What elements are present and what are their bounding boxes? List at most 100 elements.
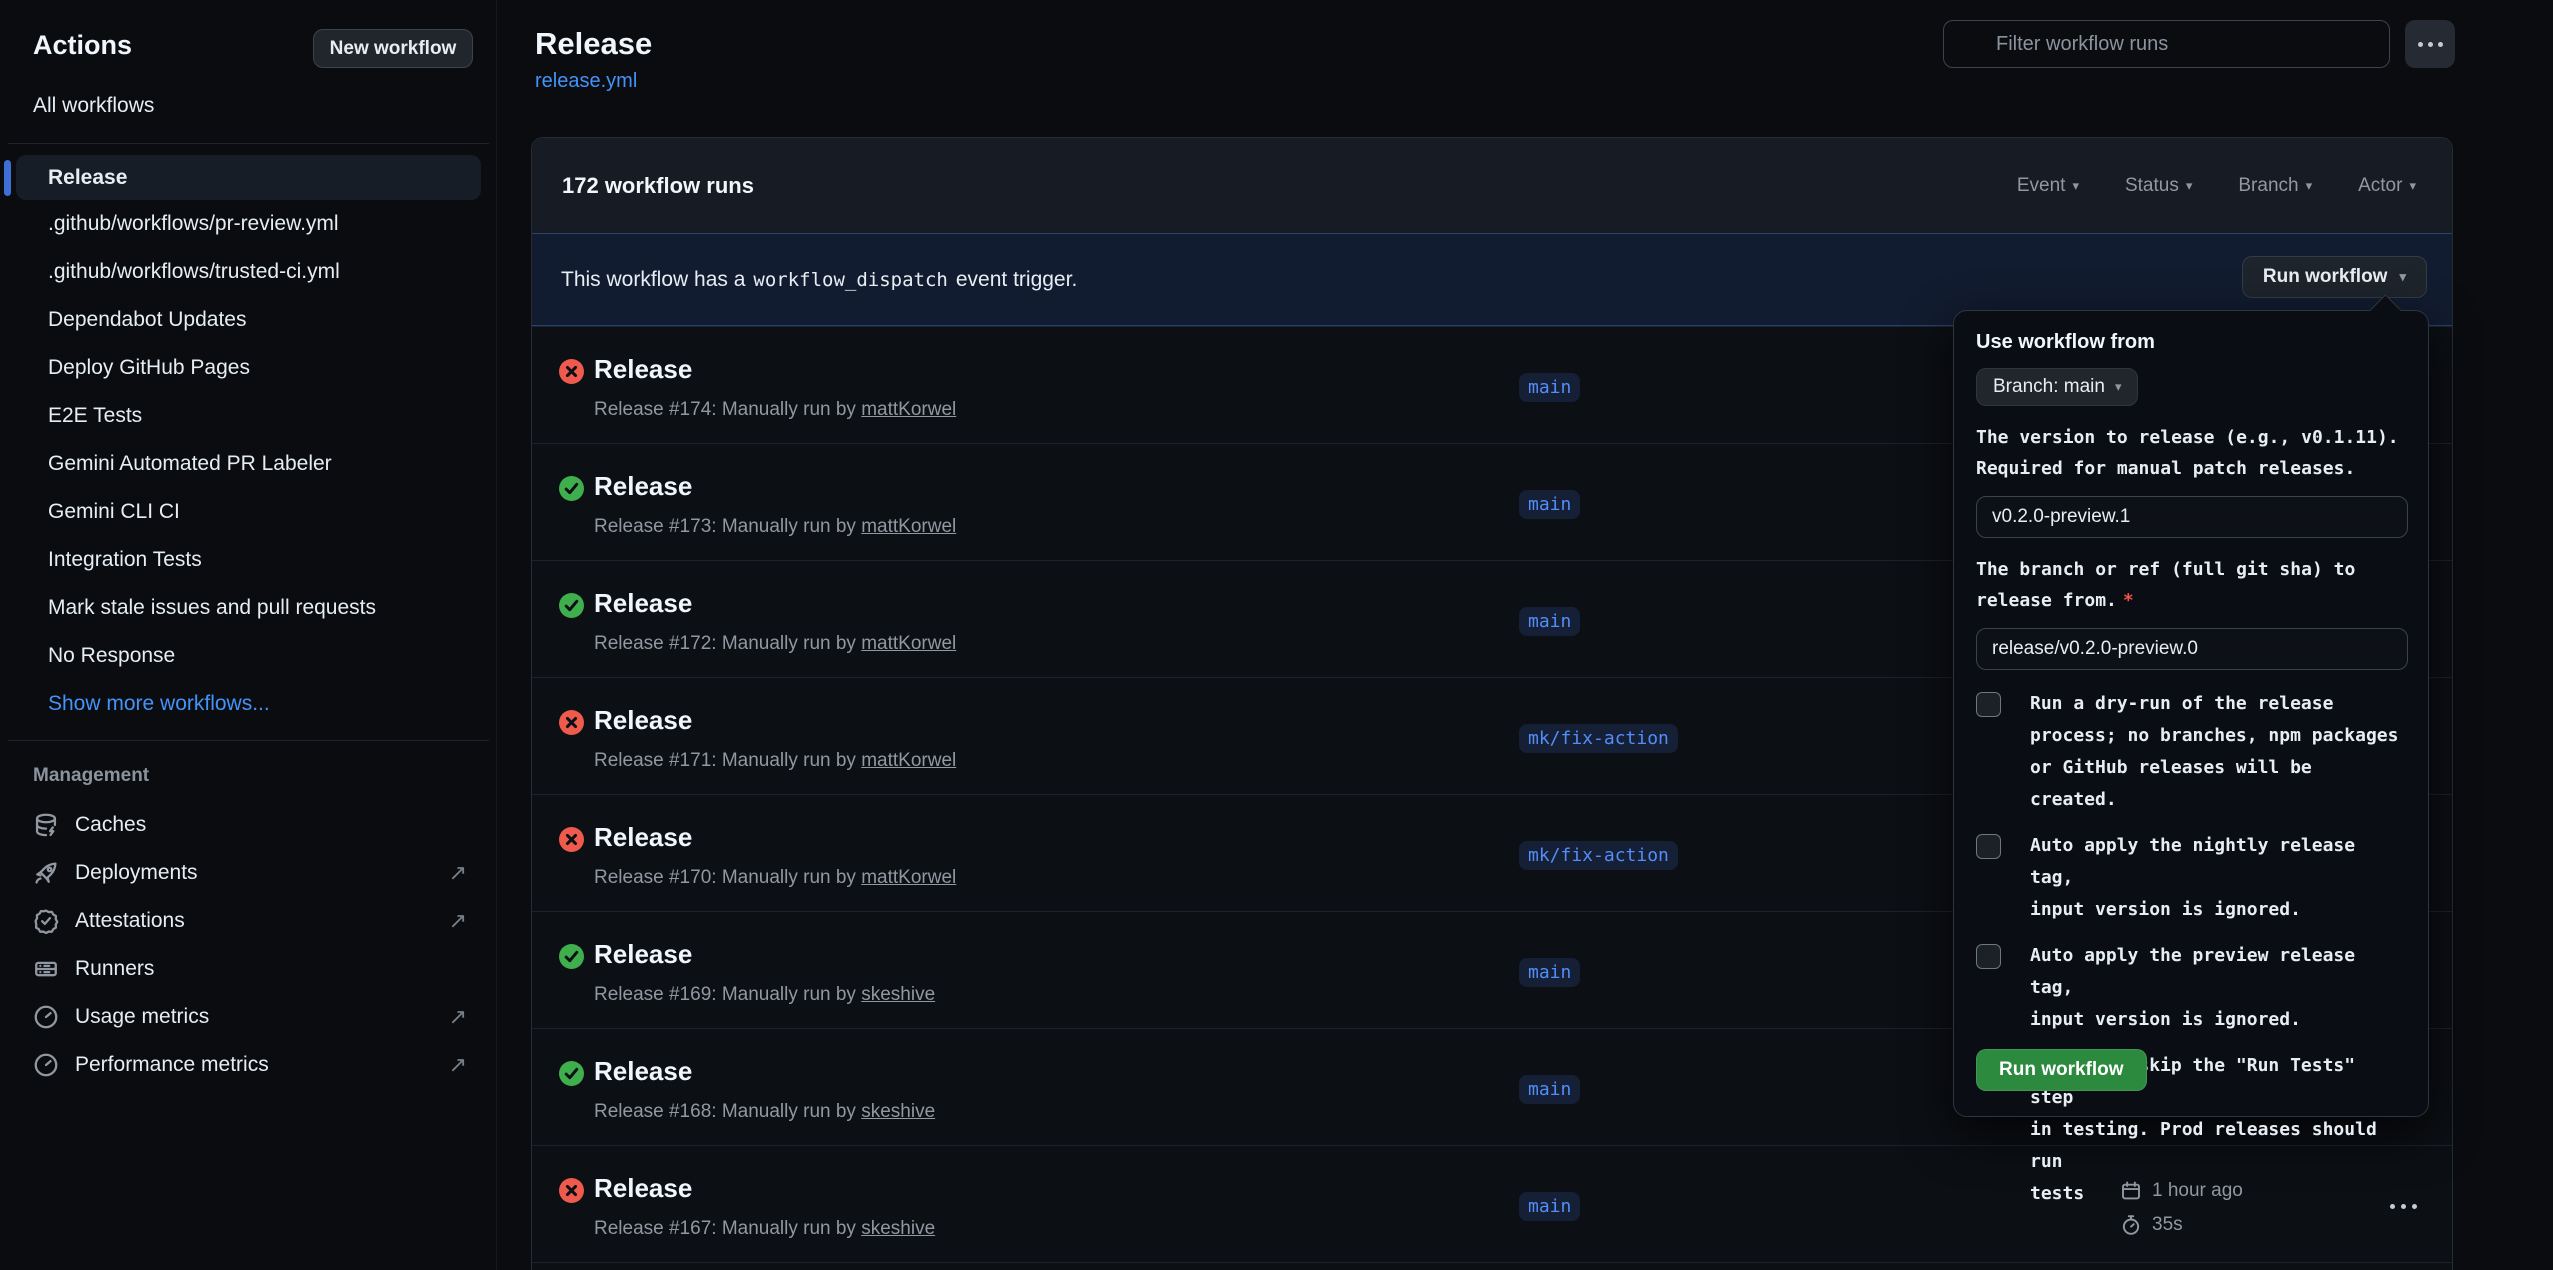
run-workflow-submit-button[interactable]: Run workflow bbox=[1976, 1049, 2147, 1091]
branch-badge[interactable]: mk/fix-action bbox=[1519, 841, 1678, 870]
actor-link[interactable]: mattKorwel bbox=[861, 633, 956, 654]
nightly-tag-option: Auto apply the nightly release tag, inpu… bbox=[1976, 830, 2404, 926]
external-link-icon: ↗ bbox=[449, 1052, 467, 1078]
version-field-description: The version to release (e.g., v0.1.11). … bbox=[1976, 422, 2404, 484]
sidebar-item-e2e-tests[interactable]: E2E Tests bbox=[0, 392, 497, 440]
actor-link[interactable]: mattKorwel bbox=[861, 516, 956, 537]
run-title-link[interactable]: Release bbox=[594, 939, 692, 970]
preview-tag-option: Auto apply the preview release tag, inpu… bbox=[1976, 940, 2404, 1036]
filter-actor-dropdown[interactable]: Actor▾ bbox=[2358, 175, 2416, 197]
chevron-down-icon: ▾ bbox=[2186, 178, 2193, 194]
management-nav: Caches Deployments ↗ Attestations ↗ Runn… bbox=[0, 801, 497, 1089]
list-options-kebab-button[interactable] bbox=[2405, 20, 2455, 68]
failure-status-icon bbox=[559, 359, 584, 384]
chevron-down-icon: ▾ bbox=[2306, 178, 2313, 194]
run-title-link[interactable]: Release bbox=[594, 588, 692, 619]
filter-event-dropdown[interactable]: Event▾ bbox=[2017, 175, 2079, 197]
branch-badge[interactable]: main bbox=[1519, 1075, 1580, 1104]
sidebar-item-caches[interactable]: Caches bbox=[0, 801, 497, 849]
ref-field-description: The branch or ref (full git sha) to rele… bbox=[1976, 554, 2404, 616]
sidebar-item-mark-stale[interactable]: Mark stale issues and pull requests bbox=[0, 584, 497, 632]
run-title-link[interactable]: Release bbox=[594, 1173, 692, 1204]
banner-text: This workflow has aworkflow_dispatcheven… bbox=[561, 268, 1077, 292]
runs-filters: Event▾ Status▾ Branch▾ Actor▾ bbox=[2017, 175, 2416, 197]
sidebar-item-release[interactable]: Release bbox=[16, 155, 481, 200]
branch-selector-button[interactable]: Branch: main▾ bbox=[1976, 368, 2138, 406]
sidebar-item-gemini-pr-labeler[interactable]: Gemini Automated PR Labeler bbox=[0, 440, 497, 488]
sidebar-item-integration-tests[interactable]: Integration Tests bbox=[0, 536, 497, 584]
preview-tag-checkbox[interactable] bbox=[1976, 944, 2001, 969]
actor-link[interactable]: skeshive bbox=[861, 984, 935, 1005]
branch-badge[interactable]: main bbox=[1519, 1192, 1580, 1221]
actions-sidebar: Actions New workflow All workflows Relea… bbox=[0, 0, 497, 1270]
sidebar-item-all-workflows[interactable]: All workflows bbox=[33, 94, 154, 118]
dry-run-checkbox[interactable] bbox=[1976, 692, 2001, 717]
failure-status-icon bbox=[559, 827, 584, 852]
run-title-link[interactable]: Release bbox=[594, 471, 692, 502]
branch-badge[interactable]: main bbox=[1519, 490, 1580, 519]
sidebar-divider bbox=[8, 740, 489, 741]
ref-input[interactable] bbox=[1976, 628, 2408, 670]
run-subtitle: Release #174: Manually run by mattKorwel bbox=[594, 399, 956, 421]
actor-link[interactable]: skeshive bbox=[861, 1101, 935, 1122]
sidebar-item-performance-metrics[interactable]: Performance metrics ↗ bbox=[0, 1041, 497, 1089]
show-more-workflows-link[interactable]: Show more workflows... bbox=[0, 680, 497, 728]
runs-count: 172 workflow runs bbox=[562, 173, 754, 199]
actor-link[interactable]: mattKorwel bbox=[861, 867, 956, 888]
actor-link[interactable]: mattKorwel bbox=[861, 399, 956, 420]
sidebar-item-deploy-github-pages[interactable]: Deploy GitHub Pages bbox=[0, 344, 497, 392]
cache-icon bbox=[33, 812, 59, 838]
verified-icon bbox=[33, 908, 59, 934]
run-subtitle: Release #169: Manually run by skeshive bbox=[594, 984, 935, 1006]
failure-status-icon bbox=[559, 1178, 584, 1203]
workflow-file-link[interactable]: release.yml bbox=[535, 70, 637, 93]
failure-status-icon bbox=[559, 710, 584, 735]
sidebar-item-runners[interactable]: Runners bbox=[0, 945, 497, 993]
rocket-icon bbox=[33, 860, 59, 886]
branch-badge[interactable]: main bbox=[1519, 607, 1580, 636]
filter-status-dropdown[interactable]: Status▾ bbox=[2125, 175, 2192, 197]
run-workflow-dropdown-button[interactable]: Run workflow▾ bbox=[2242, 256, 2427, 298]
sidebar-item-pr-review[interactable]: .github/workflows/pr-review.yml bbox=[0, 200, 497, 248]
actor-link[interactable]: skeshive bbox=[861, 1218, 935, 1239]
sidebar-item-deployments[interactable]: Deployments ↗ bbox=[0, 849, 497, 897]
chevron-down-icon: ▾ bbox=[2115, 379, 2122, 395]
sidebar-item-no-response[interactable]: No Response bbox=[0, 632, 497, 680]
stopwatch-icon bbox=[2120, 1214, 2142, 1236]
sidebar-item-usage-metrics[interactable]: Usage metrics ↗ bbox=[0, 993, 497, 1041]
branch-badge[interactable]: mk/fix-action bbox=[1519, 724, 1678, 753]
meter-icon bbox=[33, 1004, 59, 1030]
sidebar-item-dependabot-updates[interactable]: Dependabot Updates bbox=[0, 296, 497, 344]
success-status-icon bbox=[559, 1061, 584, 1086]
filter-branch-dropdown[interactable]: Branch▾ bbox=[2238, 175, 2312, 197]
filter-workflow-runs-input[interactable] bbox=[1943, 20, 2390, 68]
success-status-icon bbox=[559, 593, 584, 618]
run-title-link[interactable]: Release bbox=[594, 822, 692, 853]
sidebar-title: Actions bbox=[33, 30, 132, 61]
run-title-link[interactable]: Release bbox=[594, 354, 692, 385]
dry-run-option: Run a dry-run of the release process; no… bbox=[1976, 688, 2404, 816]
sidebar-item-gemini-cli-ci[interactable]: Gemini CLI CI bbox=[0, 488, 497, 536]
external-link-icon: ↗ bbox=[449, 1004, 467, 1030]
nightly-tag-checkbox[interactable] bbox=[1976, 834, 2001, 859]
server-icon bbox=[33, 956, 59, 982]
new-workflow-button[interactable]: New workflow bbox=[313, 29, 473, 68]
branch-badge[interactable]: main bbox=[1519, 958, 1580, 987]
sidebar-item-attestations[interactable]: Attestations ↗ bbox=[0, 897, 497, 945]
run-subtitle: Release #171: Manually run by mattKorwel bbox=[594, 750, 956, 772]
run-subtitle: Release #172: Manually run by mattKorwel bbox=[594, 633, 956, 655]
version-input[interactable] bbox=[1976, 496, 2408, 538]
meter-icon bbox=[33, 1052, 59, 1078]
run-title-link[interactable]: Release bbox=[594, 1056, 692, 1087]
next-row-partial bbox=[532, 1262, 2452, 1270]
management-section-title: Management bbox=[33, 765, 149, 787]
sidebar-item-trusted-ci[interactable]: .github/workflows/trusted-ci.yml bbox=[0, 248, 497, 296]
run-title-link[interactable]: Release bbox=[594, 705, 692, 736]
page-title: Release bbox=[535, 26, 652, 62]
inline-code: workflow_dispatch bbox=[745, 269, 955, 291]
chevron-down-icon: ▾ bbox=[2072, 178, 2079, 194]
run-subtitle: Release #167: Manually run by skeshive bbox=[594, 1218, 935, 1240]
actor-link[interactable]: mattKorwel bbox=[861, 750, 956, 771]
branch-badge[interactable]: main bbox=[1519, 373, 1580, 402]
run-subtitle: Release #168: Manually run by skeshive bbox=[594, 1101, 935, 1123]
